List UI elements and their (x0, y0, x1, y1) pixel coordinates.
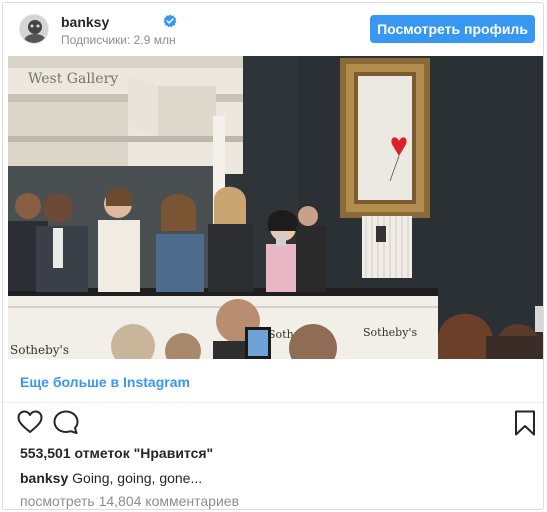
bookmark-icon[interactable] (514, 410, 536, 436)
sothebys-sign-left: Sotheby's (10, 343, 69, 357)
instagram-embed-card: banksy Подписчики: 2.9 млн Посмотреть пр… (2, 2, 544, 510)
view-comments-link[interactable]: посмотреть 14,804 комментариев (20, 493, 239, 509)
post-header: banksy Подписчики: 2.9 млн Посмотреть пр… (3, 3, 543, 55)
view-profile-button[interactable]: Посмотреть профиль (370, 15, 535, 43)
heart-icon[interactable] (17, 410, 43, 434)
comment-icon[interactable] (53, 410, 79, 434)
username[interactable]: banksy (61, 14, 109, 30)
more-on-instagram-link[interactable]: Еще больше в Instagram (20, 374, 190, 390)
post-photo[interactable]: West Gallery Sotheby's Sotheby's (8, 56, 543, 359)
gallery-sign: West Gallery (28, 71, 118, 87)
caption-username[interactable]: banksy (20, 470, 68, 486)
more-on-instagram-row: Еще больше в Instagram (3, 359, 543, 403)
post-caption: banksy Going, going, gone... (20, 470, 202, 486)
verified-badge-icon (163, 14, 177, 28)
caption-text: Going, going, gone... (72, 470, 203, 486)
avatar[interactable] (19, 14, 49, 44)
sothebys-sign-right: Sotheby's (363, 326, 417, 339)
likes-count[interactable]: 553,501 отметок "Нравится" (20, 445, 213, 461)
followers-count: Подписчики: 2.9 млн (61, 33, 176, 47)
